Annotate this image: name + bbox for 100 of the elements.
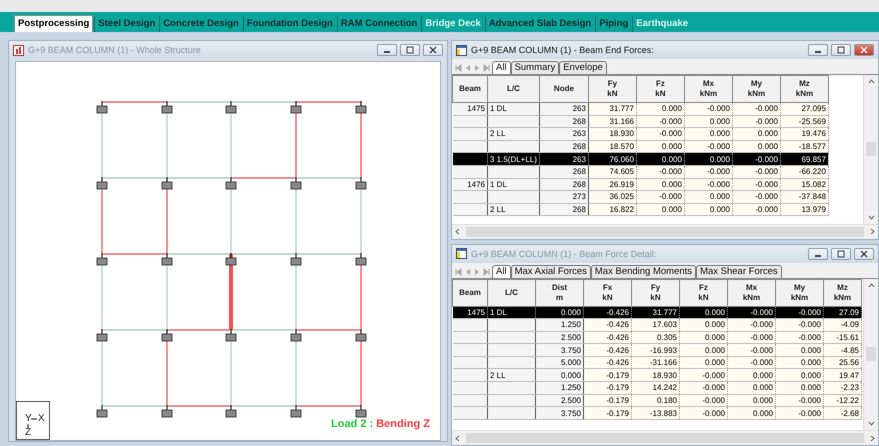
ribbon-tab[interactable]: Piping — [595, 16, 632, 32]
table-cell: 19.47 — [824, 368, 862, 382]
table-cell: 2 LL — [488, 368, 536, 382]
first-page-icon — [455, 268, 463, 276]
table-cell: 268 — [539, 140, 588, 153]
table-cell: -0.000 — [732, 178, 780, 191]
table-cell: 273 — [539, 190, 588, 204]
axis-label: X — [38, 414, 45, 424]
table-cell: 268 — [539, 178, 588, 191]
table-cell: 36.025 — [588, 190, 636, 204]
close-button[interactable] — [854, 248, 874, 260]
table-cell: -0.000 — [776, 306, 824, 319]
close-button[interactable] — [423, 44, 443, 56]
table-cell: 0.000 — [728, 394, 776, 407]
sheet-tab[interactable]: Max Axial Forces — [510, 264, 591, 278]
column-header: Fz — [654, 79, 666, 89]
ribbon-tab[interactable]: Steel Design — [94, 16, 158, 32]
sheet-tab[interactable]: All — [492, 264, 511, 278]
table-cell: 0.000 — [536, 368, 584, 382]
table-cell: 0.000 — [636, 152, 684, 166]
table-cell: -0.000 — [636, 165, 684, 178]
table-cell: 2.500 — [536, 394, 584, 407]
table-cell: 263 — [539, 128, 588, 140]
table-cell: 14.242 — [632, 382, 680, 394]
column-unit: kNm — [794, 89, 814, 99]
table-cell — [488, 356, 536, 369]
table-cell: 0.000 — [776, 356, 824, 369]
table-cell: -4.09 — [824, 318, 862, 332]
sheet-tab[interactable]: Max Shear Forces — [696, 264, 782, 278]
table-cell: 2.500 — [536, 331, 584, 344]
table-cell: 5.000 — [536, 356, 584, 369]
table-cell: 31.166 — [588, 115, 636, 128]
table-cell: -31.166 — [632, 356, 680, 369]
table-cell: -15.61 — [824, 331, 862, 344]
table-cell: 19.476 — [780, 128, 828, 140]
table-cell: 18.570 — [588, 140, 636, 153]
table-cell: 1 DL — [488, 306, 536, 319]
first-page-icon — [455, 64, 463, 72]
column-unit: kN — [654, 89, 667, 99]
table-cell: -0.179 — [584, 394, 632, 407]
close-button[interactable] — [854, 44, 874, 56]
table-cell: 0.000 — [680, 306, 728, 319]
table-cell: 0.000 — [684, 152, 732, 166]
table-cell: -0.000 — [684, 165, 732, 178]
table-cell: 17.603 — [632, 318, 680, 332]
table-cell: 3.750 — [536, 406, 584, 420]
column-header: My — [792, 282, 806, 293]
table-cell: 74.605 — [588, 165, 636, 178]
table-cell: -0.000 — [732, 190, 780, 204]
scroll-left-icon — [455, 228, 460, 236]
table-cell: -0.426 — [584, 318, 632, 332]
column-unit: kN — [601, 292, 614, 303]
ribbon-tab[interactable]: Foundation Design — [242, 16, 336, 32]
table-cell — [488, 344, 536, 356]
column-header: L/C — [504, 288, 519, 298]
ribbon-tab[interactable]: Postprocessing — [14, 15, 94, 32]
table-cell: 0.000 — [776, 344, 824, 356]
column-header: Node — [552, 84, 575, 94]
table-cell: -0.000 — [728, 331, 776, 344]
column-unit: kNm — [742, 292, 762, 303]
sheet-tab[interactable]: Envelope — [559, 61, 607, 74]
maximize-icon — [837, 250, 845, 258]
scroll-right-icon — [870, 228, 875, 236]
table-cell: 0.000 — [636, 178, 684, 191]
table-cell: -0.000 — [776, 394, 824, 407]
table-cell — [488, 140, 540, 153]
column-header: Fz — [698, 282, 709, 293]
maximize-button[interactable] — [400, 44, 420, 56]
table-cell: -0.426 — [584, 306, 632, 319]
sheet-tab[interactable]: Summary — [510, 61, 560, 74]
table-cell: -0.000 — [636, 190, 684, 204]
minimize-button[interactable] — [808, 248, 828, 260]
ribbon-tab[interactable]: Concrete Design — [159, 16, 242, 32]
table-cell: -0.426 — [584, 356, 632, 369]
maximize-button[interactable] — [831, 248, 851, 260]
sheet-tab[interactable]: Max Bending Moments — [590, 264, 696, 278]
column-header: Mx — [702, 79, 715, 89]
table-cell: 0.000 — [684, 190, 732, 204]
ribbon-tab[interactable]: RAM Connection — [336, 16, 420, 32]
ribbon-tab[interactable]: Advanced Slab Design — [484, 16, 594, 32]
column-unit: kN — [606, 89, 619, 99]
scroll-right-icon — [870, 434, 875, 442]
minimize-button[interactable] — [377, 44, 397, 56]
table-cell: 263 — [539, 152, 588, 166]
table-cell: 0.000 — [680, 318, 728, 332]
window-title: G+9 BEAM COLUMN (1) - Beam Force Detail: — [471, 248, 658, 259]
sheet-tab[interactable]: All — [492, 61, 511, 74]
table-cell: 0.000 — [636, 140, 684, 153]
table-cell: -0.000 — [636, 128, 684, 140]
window-icon — [13, 44, 24, 56]
minimize-button[interactable] — [808, 44, 828, 56]
maximize-button[interactable] — [831, 44, 851, 56]
table-cell: 263 — [539, 102, 588, 116]
column-header: Mz — [836, 282, 849, 293]
scroll-up-icon — [868, 79, 874, 84]
table-cell: -0.000 — [728, 318, 776, 332]
table-cell: 0.000 — [680, 344, 728, 356]
table-cell: -0.000 — [732, 165, 780, 178]
column-header: Beam — [458, 288, 482, 298]
column-unit: kNm — [698, 89, 718, 99]
